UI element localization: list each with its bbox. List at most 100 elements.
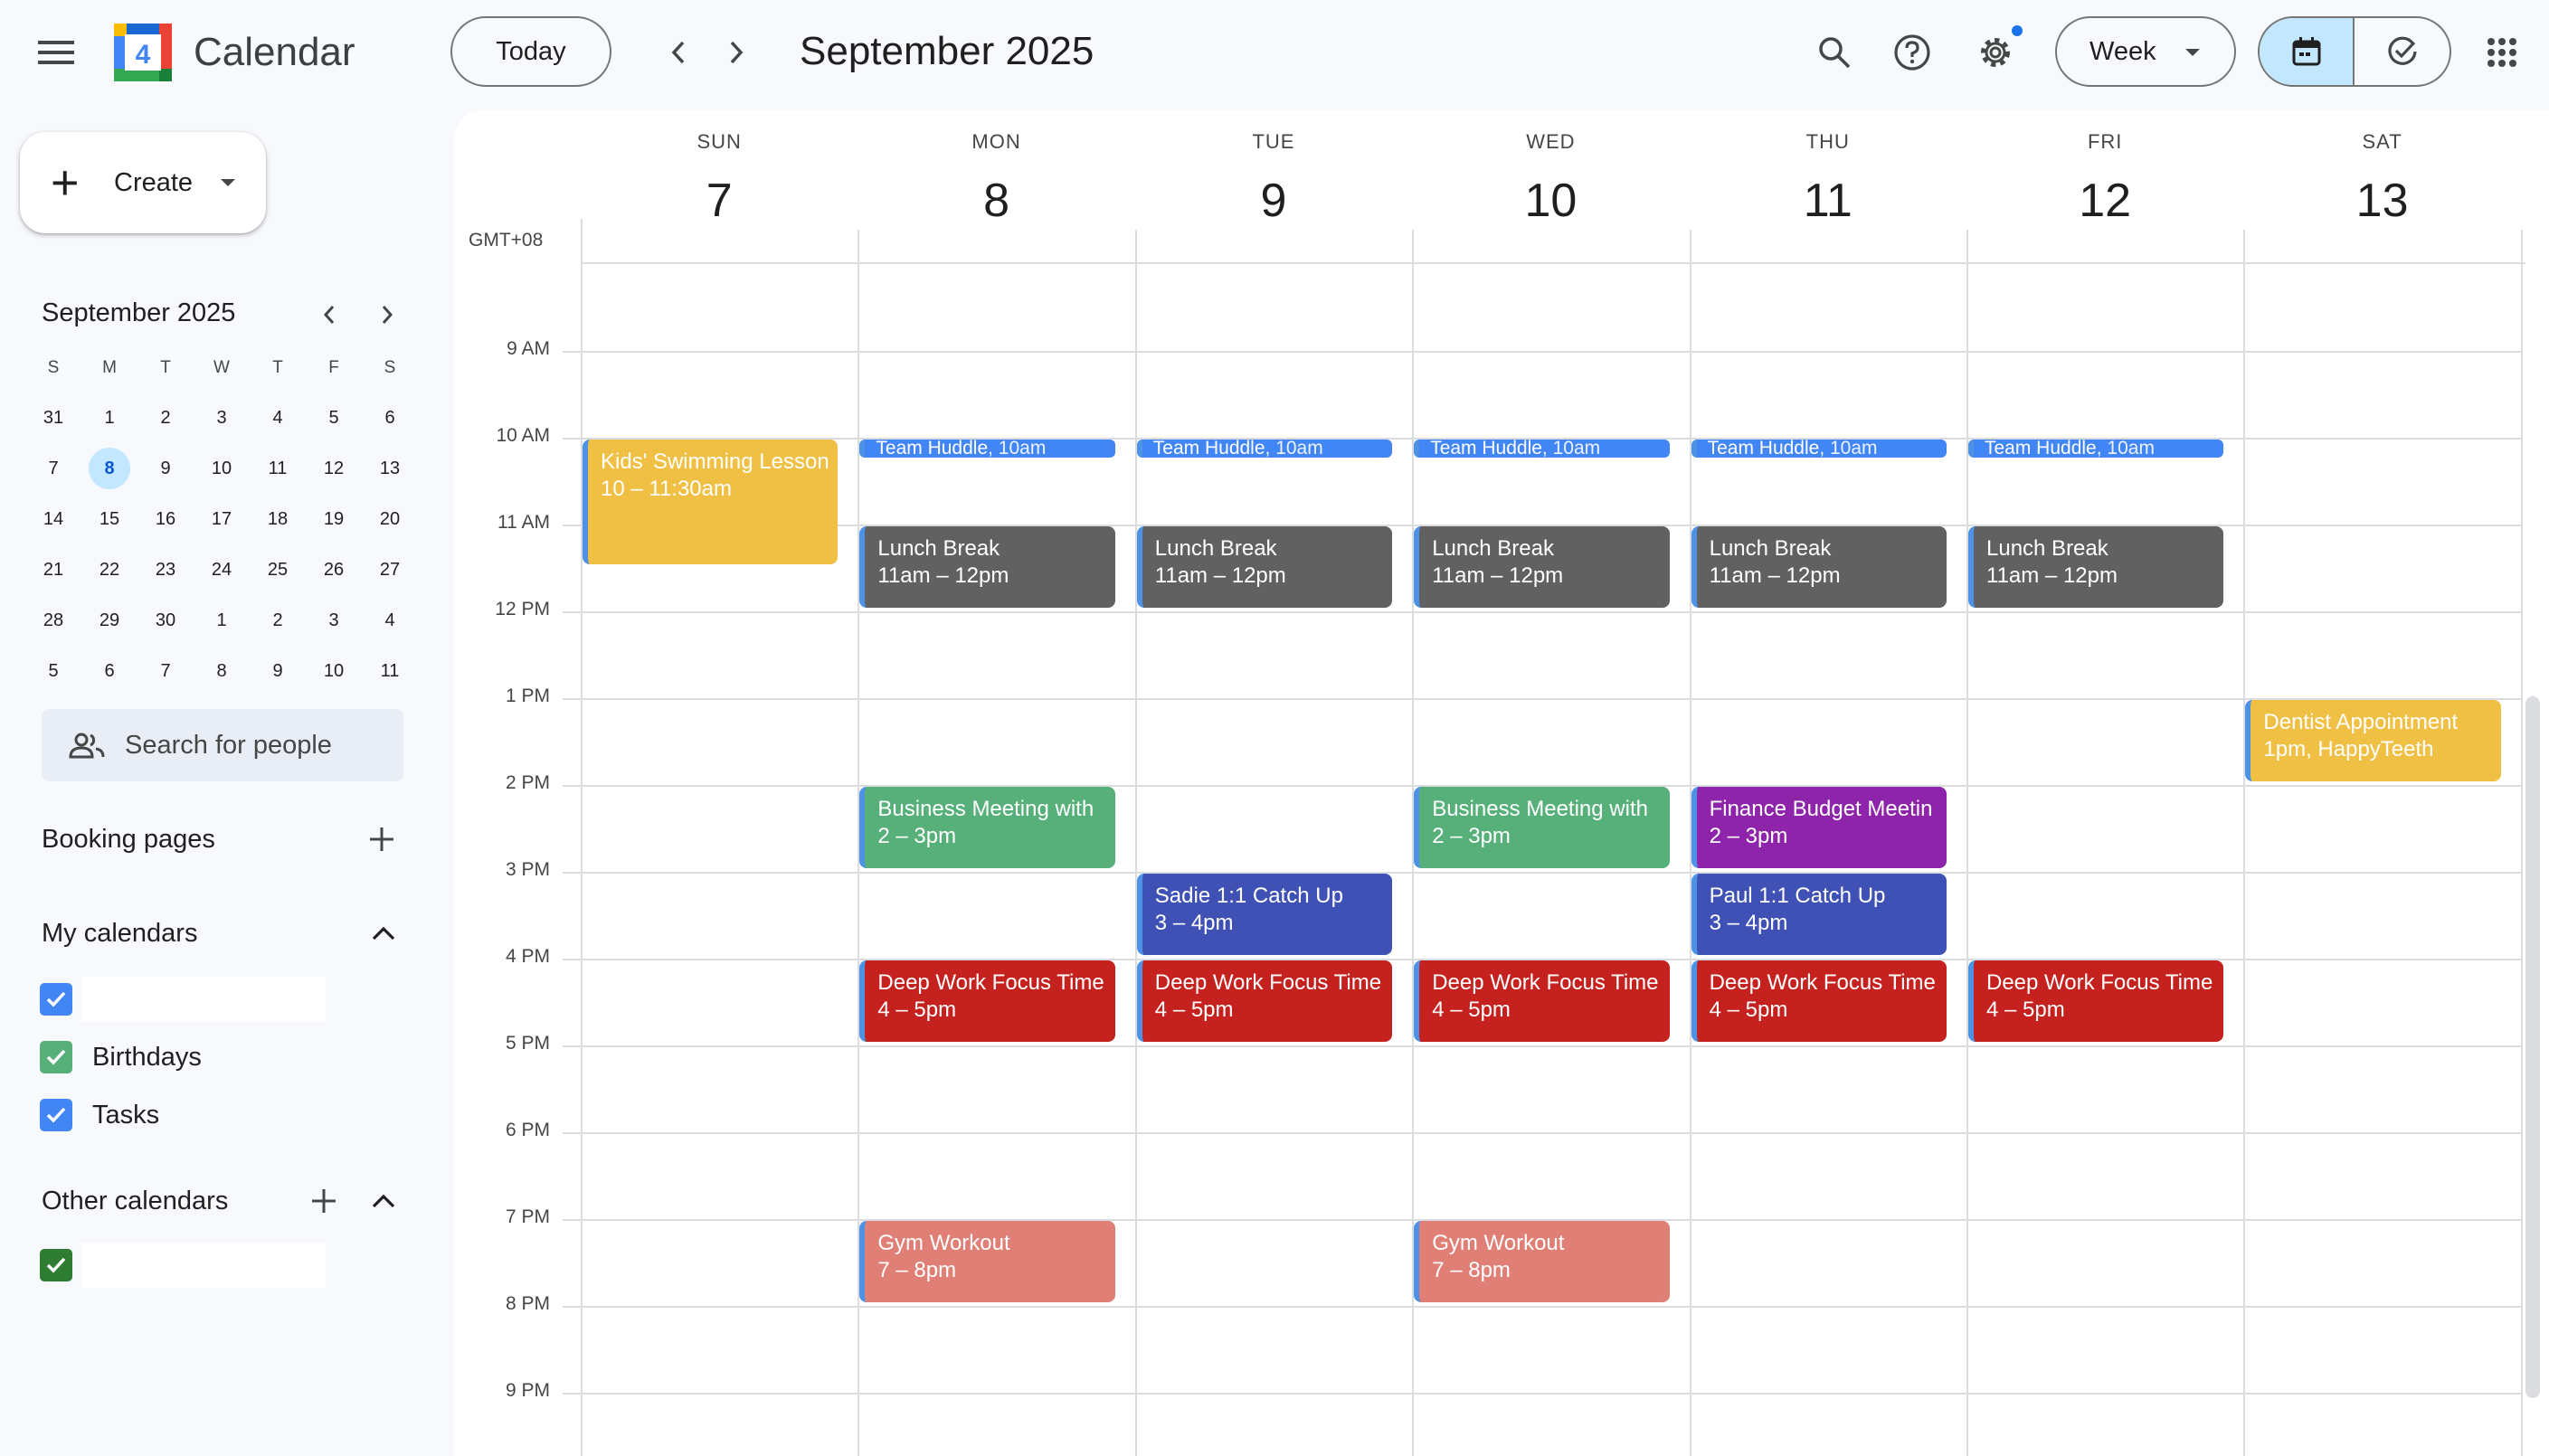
mini-calendar-day[interactable]: 4 — [250, 392, 306, 443]
day-header[interactable]: THU 11 — [1690, 110, 1966, 264]
mini-calendar-day[interactable]: 25 — [250, 544, 306, 595]
mini-calendar-day[interactable]: 8 — [81, 443, 137, 494]
calendar-list-item[interactable]: Tasks — [40, 1092, 159, 1138]
mini-calendar-day[interactable]: 5 — [25, 646, 81, 696]
calendar-event[interactable]: Lunch Break 11am – 12pm — [1136, 526, 1393, 608]
next-week-button[interactable] — [707, 24, 765, 81]
mini-calendar-day[interactable]: 9 — [137, 443, 194, 494]
calendar-event[interactable]: Paul 1:1 Catch Up 3 – 4pm — [1691, 874, 1947, 955]
collapse-other-calendars-button[interactable] — [362, 1179, 405, 1223]
mini-calendar-day[interactable]: 26 — [306, 544, 362, 595]
mini-calendar-day[interactable]: 30 — [137, 595, 194, 646]
mini-calendar-day[interactable]: 2 — [250, 595, 306, 646]
previous-week-button[interactable] — [649, 24, 707, 81]
calendar-checkbox[interactable] — [40, 1249, 72, 1281]
calendar-event[interactable]: Team Huddle, 10am — [1414, 440, 1670, 458]
my-calendars-title[interactable]: My calendars — [42, 919, 197, 949]
other-calendars-title[interactable]: Other calendars — [42, 1187, 228, 1216]
mini-calendar-day[interactable]: 3 — [306, 595, 362, 646]
day-number[interactable]: 10 — [1412, 174, 1689, 228]
main-menu-button[interactable] — [27, 24, 85, 81]
calendar-list-item[interactable] — [40, 1243, 326, 1288]
mini-calendar-day[interactable]: 11 — [362, 646, 418, 696]
calendar-event[interactable]: Gym Workout 7 – 8pm — [859, 1221, 1115, 1302]
mini-calendar-day[interactable]: 27 — [362, 544, 418, 595]
mini-calendar-day[interactable]: 22 — [81, 544, 137, 595]
day-header[interactable]: WED 10 — [1412, 110, 1689, 264]
calendar-event[interactable]: Lunch Break 11am – 12pm — [1968, 526, 2224, 608]
calendar-event[interactable]: Lunch Break 11am – 12pm — [859, 526, 1115, 608]
calendar-list-item[interactable]: Birthdays — [40, 1035, 202, 1080]
mini-calendar-day[interactable]: 6 — [362, 392, 418, 443]
day-header[interactable]: FRI 12 — [1966, 110, 2243, 264]
mini-calendar-day[interactable]: 16 — [137, 494, 194, 544]
mini-calendar-day[interactable]: 20 — [362, 494, 418, 544]
calendar-event[interactable]: Team Huddle, 10am — [1136, 440, 1393, 458]
day-header[interactable]: SAT 13 — [2243, 110, 2520, 264]
day-header[interactable]: TUE 9 — [1135, 110, 1412, 264]
calendar-event[interactable]: Team Huddle, 10am — [859, 440, 1115, 458]
calendar-checkbox[interactable] — [40, 1099, 72, 1131]
calendar-event[interactable]: Dentist Appointment 1pm, HappyTeeth — [2245, 700, 2501, 781]
mini-calendar-day[interactable]: 10 — [306, 646, 362, 696]
create-button[interactable]: + Create — [20, 132, 266, 233]
mini-calendar-next-button[interactable] — [365, 293, 409, 336]
add-other-calendar-button[interactable] — [302, 1179, 346, 1223]
mini-calendar-day[interactable]: 4 — [362, 595, 418, 646]
mini-calendar-day[interactable]: 14 — [25, 494, 81, 544]
calendar-event[interactable]: Deep Work Focus Time 4 – 5pm — [1136, 960, 1393, 1042]
day-number[interactable]: 8 — [858, 174, 1134, 228]
calendar-event[interactable]: Business Meeting with 2 – 3pm — [859, 787, 1115, 868]
view-selector[interactable]: Week — [2055, 16, 2236, 87]
day-header[interactable]: SUN 7 — [581, 110, 858, 264]
mini-calendar-day[interactable]: 2 — [137, 392, 194, 443]
mini-calendar-day[interactable]: 23 — [137, 544, 194, 595]
people-search-input[interactable]: Search for people — [42, 709, 403, 781]
day-header[interactable]: MON 8 — [858, 110, 1134, 264]
mini-calendar-day[interactable]: 15 — [81, 494, 137, 544]
mini-calendar-day[interactable]: 19 — [306, 494, 362, 544]
mini-calendar-day[interactable]: 18 — [250, 494, 306, 544]
day-number[interactable]: 7 — [581, 174, 858, 228]
mini-calendar-day[interactable]: 1 — [81, 392, 137, 443]
today-button[interactable]: Today — [450, 16, 611, 87]
calendar-event[interactable]: Team Huddle, 10am — [1968, 440, 2224, 458]
scrollbar-thumb[interactable] — [2525, 696, 2540, 1398]
day-number[interactable]: 11 — [1690, 174, 1966, 228]
calendar-event[interactable]: Business Meeting with 2 – 3pm — [1414, 787, 1670, 868]
mini-calendar-day[interactable]: 28 — [25, 595, 81, 646]
collapse-my-calendars-button[interactable] — [362, 912, 405, 955]
day-number[interactable]: 12 — [1966, 174, 2243, 228]
calendar-event[interactable]: Lunch Break 11am – 12pm — [1414, 526, 1670, 608]
calendar-event[interactable]: Deep Work Focus Time 4 – 5pm — [859, 960, 1115, 1042]
mini-calendar-prev-button[interactable] — [308, 293, 351, 336]
calendar-checkbox[interactable] — [40, 983, 72, 1016]
mini-calendar-day[interactable]: 17 — [194, 494, 250, 544]
mini-calendar-day[interactable]: 6 — [81, 646, 137, 696]
calendar-event[interactable]: Deep Work Focus Time 4 – 5pm — [1691, 960, 1947, 1042]
mini-calendar-day[interactable]: 9 — [250, 646, 306, 696]
calendar-event[interactable]: Team Huddle, 10am — [1691, 440, 1947, 458]
mini-calendar-day[interactable]: 13 — [362, 443, 418, 494]
mini-calendar-day[interactable]: 21 — [25, 544, 81, 595]
mini-calendar-day[interactable]: 31 — [25, 392, 81, 443]
calendar-view-toggle[interactable] — [2260, 18, 2355, 85]
calendar-event[interactable]: Deep Work Focus Time 4 – 5pm — [1968, 960, 2224, 1042]
tasks-view-toggle[interactable] — [2355, 18, 2450, 85]
add-booking-page-button[interactable] — [360, 818, 403, 861]
calendar-event[interactable]: Lunch Break 11am – 12pm — [1691, 526, 1947, 608]
calendar-event[interactable]: Sadie 1:1 Catch Up 3 – 4pm — [1136, 874, 1393, 955]
mini-calendar-day[interactable]: 1 — [194, 595, 250, 646]
mini-calendar-day[interactable]: 8 — [194, 646, 250, 696]
calendar-event[interactable]: Kids' Swimming Lesson 10 – 11:30am — [583, 440, 839, 564]
mini-calendar-day[interactable]: 12 — [306, 443, 362, 494]
search-button[interactable] — [1805, 24, 1863, 81]
calendar-checkbox[interactable] — [40, 1041, 72, 1073]
google-apps-button[interactable] — [2473, 24, 2531, 81]
calendar-list-item[interactable] — [40, 977, 326, 1022]
calendar-event[interactable]: Deep Work Focus Time 4 – 5pm — [1414, 960, 1670, 1042]
mini-calendar-day[interactable]: 29 — [81, 595, 137, 646]
mini-calendar-day[interactable]: 7 — [25, 443, 81, 494]
calendar-event[interactable]: Finance Budget Meetin 2 – 3pm — [1691, 787, 1947, 868]
mini-calendar-day[interactable]: 5 — [306, 392, 362, 443]
